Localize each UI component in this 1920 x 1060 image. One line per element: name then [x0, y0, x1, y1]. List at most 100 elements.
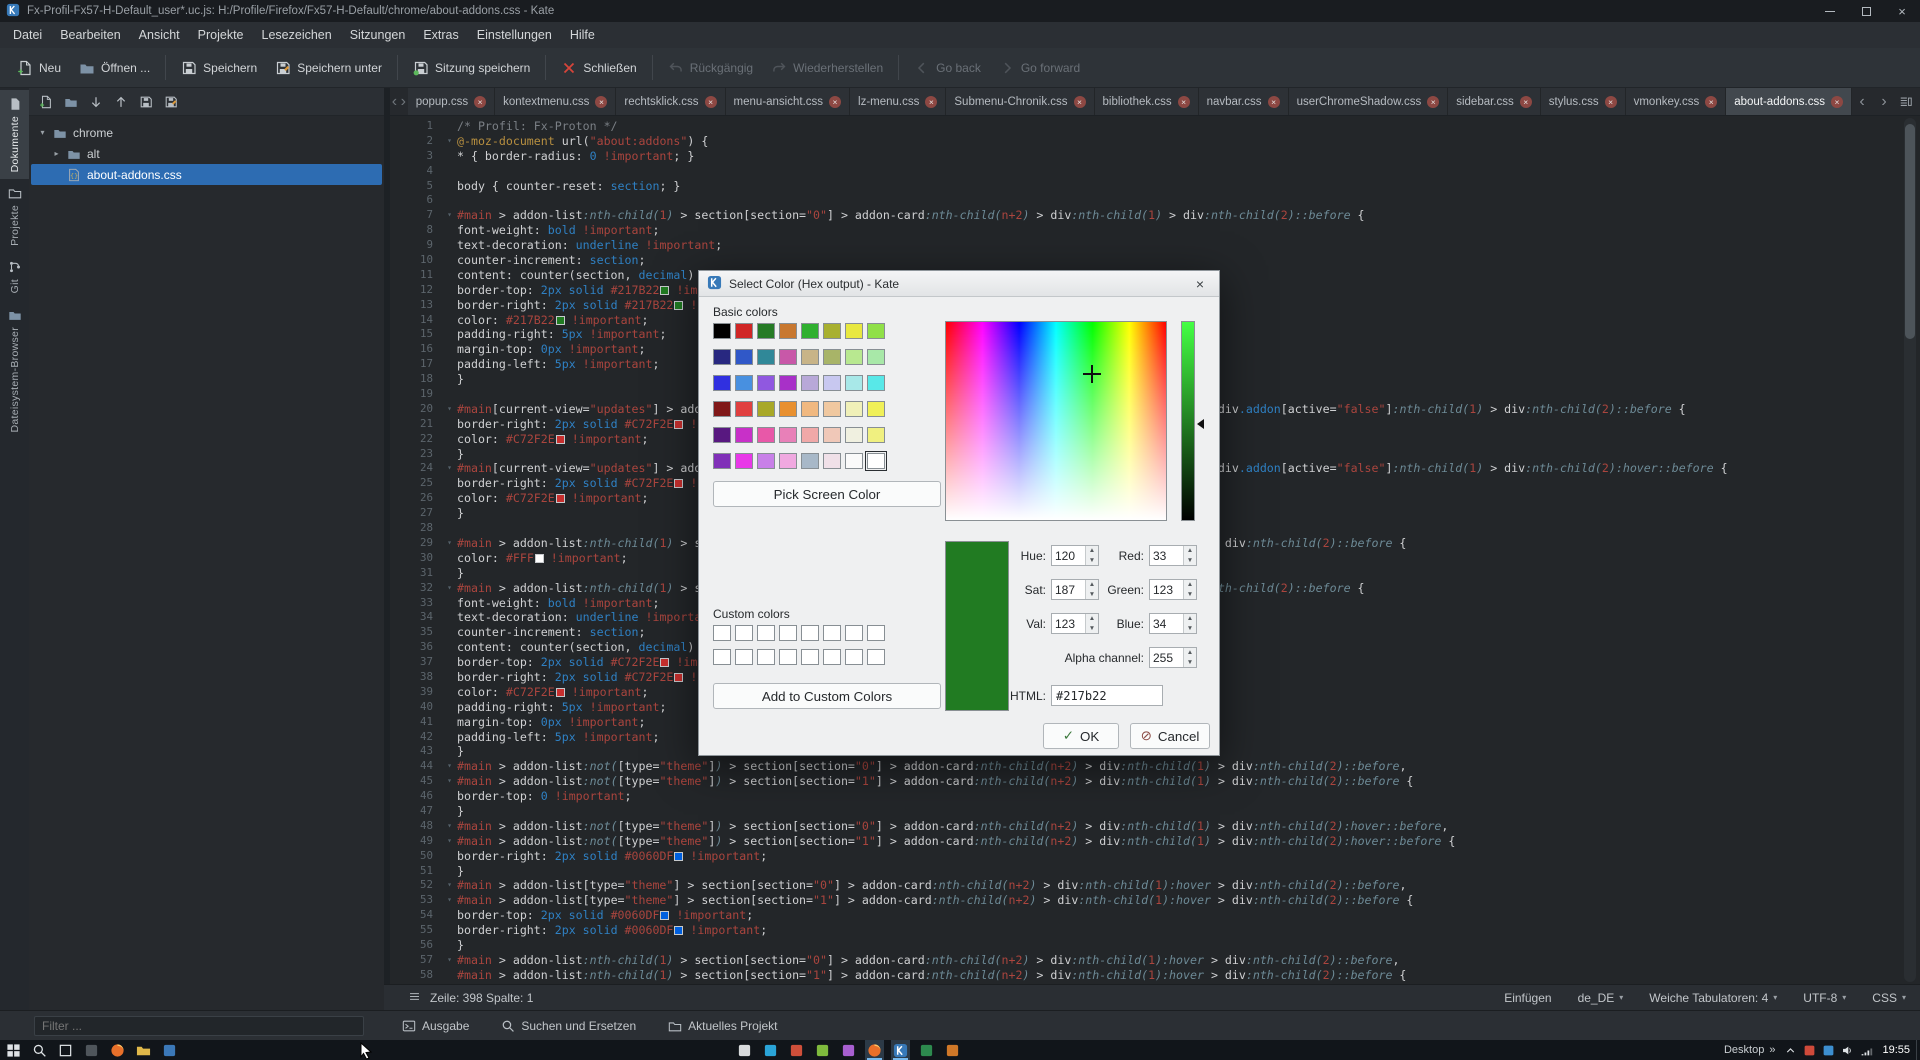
basic-color-swatch[interactable]: [845, 427, 863, 443]
go-back-button[interactable]: Go back: [905, 55, 990, 81]
spin-arrows[interactable]: ▲▼: [1183, 546, 1196, 565]
custom-color-swatch[interactable]: [757, 649, 775, 665]
basic-color-swatch[interactable]: [735, 453, 753, 469]
desktop-toolbar[interactable]: Desktop »: [1724, 1044, 1775, 1056]
ausgabe-button[interactable]: Ausgabe: [396, 1016, 475, 1036]
tree-item-chrome[interactable]: ▾chrome: [31, 122, 382, 143]
filter-input[interactable]: [34, 1016, 364, 1036]
tab-submenu-chronik-css[interactable]: Submenu-Chronik.css×: [946, 88, 1094, 115]
basic-color-swatch[interactable]: [801, 323, 819, 339]
custom-color-swatch[interactable]: [735, 625, 753, 641]
basic-color-swatch[interactable]: [823, 401, 841, 417]
custom-color-swatch[interactable]: [845, 625, 863, 641]
tab-about-addons-css[interactable]: about-addons.css×: [1726, 88, 1852, 115]
basic-color-swatch[interactable]: [713, 427, 731, 443]
spin-up-icon[interactable]: ▲: [1184, 580, 1196, 590]
app-taskbar-button[interactable]: [943, 1040, 962, 1060]
app-taskbar-button[interactable]: [761, 1040, 780, 1060]
new-document-button[interactable]: [35, 91, 57, 113]
basic-color-swatch[interactable]: [801, 453, 819, 469]
document-list-button[interactable]: [1896, 95, 1916, 109]
app-taskbar-button[interactable]: [917, 1040, 936, 1060]
spin-arrows[interactable]: ▲▼: [1183, 580, 1196, 599]
dialog-close-button[interactable]: ×: [1189, 276, 1211, 292]
status-css[interactable]: CSS▾: [1872, 991, 1906, 1005]
menu-lesezeichen[interactable]: Lesezeichen: [253, 22, 341, 48]
explorer-taskbar-button[interactable]: [134, 1040, 153, 1060]
hue-saturation-picker[interactable]: [945, 321, 1167, 521]
firefox-taskbar-button[interactable]: [108, 1040, 127, 1060]
sat-input[interactable]: [1052, 580, 1085, 599]
alpha-input[interactable]: [1150, 648, 1183, 667]
basic-color-swatch[interactable]: [713, 375, 731, 391]
basic-color-swatch[interactable]: [867, 453, 885, 469]
fold-marker-icon[interactable]: ▾: [442, 402, 457, 417]
alpha-spinbox[interactable]: ▲▼: [1149, 647, 1197, 668]
custom-color-swatch[interactable]: [823, 625, 841, 641]
tab-close-icon[interactable]: ×: [1705, 96, 1717, 108]
basic-color-swatch[interactable]: [779, 375, 797, 391]
custom-color-swatch[interactable]: [713, 649, 731, 665]
basic-color-swatch[interactable]: [713, 401, 731, 417]
basic-color-swatch[interactable]: [845, 401, 863, 417]
menu-extras[interactable]: Extras: [414, 22, 467, 48]
basic-color-swatch[interactable]: [779, 349, 797, 365]
html-color-input[interactable]: [1051, 685, 1163, 706]
save-as-button[interactable]: [160, 91, 182, 113]
tab-navbar-css[interactable]: navbar.css×: [1199, 88, 1289, 115]
custom-color-swatch[interactable]: [867, 649, 885, 665]
tab-close-icon[interactable]: ×: [1074, 96, 1086, 108]
basic-color-swatch[interactable]: [801, 349, 819, 365]
tab-prev-button[interactable]: ‹: [1852, 93, 1872, 111]
basic-color-swatch[interactable]: [713, 349, 731, 365]
spin-up-icon[interactable]: ▲: [1184, 546, 1196, 556]
fold-marker-icon[interactable]: ▾: [442, 878, 457, 893]
fold-marker-icon[interactable]: ▾: [442, 134, 457, 149]
app-taskbar-button[interactable]: [787, 1040, 806, 1060]
cancel-button[interactable]: ⊘ Cancel: [1130, 723, 1210, 749]
basic-color-swatch[interactable]: [735, 375, 753, 391]
editor-scrollbar[interactable]: [1904, 118, 1916, 982]
tree-item-alt[interactable]: ▸alt: [31, 143, 382, 164]
app-tray-icon[interactable]: [1803, 1044, 1816, 1057]
custom-color-swatch[interactable]: [735, 649, 753, 665]
go-forward-button[interactable]: Go forward: [990, 55, 1089, 81]
red-spinbox[interactable]: ▲▼: [1149, 545, 1197, 566]
wiederherstellen-button[interactable]: Wiederherstellen: [762, 55, 892, 81]
fold-marker-icon[interactable]: ▾: [442, 819, 457, 834]
tab-close-icon[interactable]: ×: [925, 96, 937, 108]
tab-sidebar-css[interactable]: sidebar.css×: [1448, 88, 1541, 115]
fold-marker-icon[interactable]: ▾: [442, 893, 457, 908]
basic-color-swatch[interactable]: [823, 427, 841, 443]
basic-color-swatch[interactable]: [779, 401, 797, 417]
scrollbar-handle[interactable]: [1905, 124, 1915, 339]
minimize-button[interactable]: [1812, 0, 1848, 22]
custom-color-swatch[interactable]: [779, 625, 797, 641]
basic-color-swatch[interactable]: [867, 323, 885, 339]
close-button[interactable]: ×: [1884, 0, 1920, 22]
fold-marker-icon[interactable]: ▾: [442, 536, 457, 551]
kate-taskbar-button[interactable]: [891, 1040, 910, 1060]
tab-close-icon[interactable]: ×: [1268, 96, 1280, 108]
spin-up-icon[interactable]: ▲: [1184, 648, 1196, 658]
schließen-button[interactable]: Schließen: [552, 55, 645, 81]
basic-color-swatch[interactable]: [823, 453, 841, 469]
tab-userchromeshadow-css[interactable]: userChromeShadow.css×: [1289, 88, 1449, 115]
app-taskbar-button[interactable]: [813, 1040, 832, 1060]
app-tray-icon[interactable]: [1822, 1044, 1835, 1057]
speichern-button[interactable]: Speichern: [172, 55, 266, 81]
status-einfügen[interactable]: Einfügen: [1504, 991, 1551, 1005]
basic-color-swatch[interactable]: [735, 427, 753, 443]
open-folder-button[interactable]: [60, 91, 82, 113]
tab-rechtsklick-css[interactable]: rechtsklick.css×: [616, 88, 725, 115]
spin-up-icon[interactable]: ▲: [1184, 614, 1196, 624]
tab-close-icon[interactable]: ×: [1520, 96, 1532, 108]
ok-button[interactable]: ✓ OK: [1043, 723, 1119, 749]
fold-marker-icon[interactable]: ▾: [442, 208, 457, 223]
basic-color-swatch[interactable]: [823, 323, 841, 339]
arrow-down-button[interactable]: [85, 91, 107, 113]
maximize-button[interactable]: [1848, 0, 1884, 22]
fold-marker-icon[interactable]: ▾: [442, 461, 457, 476]
basic-color-swatch[interactable]: [801, 427, 819, 443]
chevron-up-tray-icon[interactable]: [1784, 1044, 1797, 1057]
